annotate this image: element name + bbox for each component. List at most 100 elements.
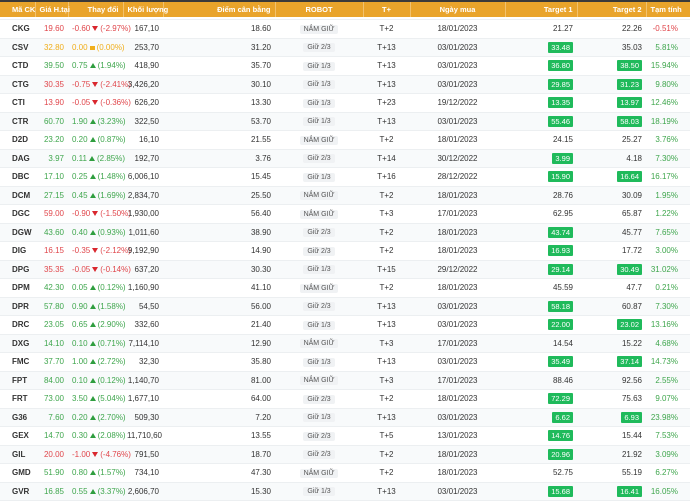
buy-date: 18/01/2023 bbox=[410, 463, 505, 483]
header-balance-point[interactable]: Điểm cân bằng bbox=[163, 2, 276, 17]
table-row[interactable]: DGW 43.60 0.40 (0.93%) 1,011,60 38.90 Giữ 2/3 T… bbox=[0, 223, 690, 242]
target-1: 22.00 bbox=[505, 315, 577, 335]
table-row[interactable]: CSV 32.80 0.00 (0.00%) 253,70 31.20 Giữ 2/3 T+1… bbox=[0, 38, 690, 57]
table-row[interactable]: FRT 73.00 3.50 (5.04%) 1,677,10 64.00 Giữ 2/3 T… bbox=[0, 389, 690, 409]
change-value: -0.05 bbox=[72, 264, 91, 274]
robot-cell: NẮM GIỮ bbox=[275, 19, 363, 39]
symbol[interactable]: DGW bbox=[0, 223, 35, 242]
robot-cell: Giữ 1/3 bbox=[275, 482, 363, 501]
header-robot[interactable]: ROBOT bbox=[275, 2, 364, 17]
table-row[interactable]: CTD 39.50 0.75 (1.94%) 418,90 35.70 Giữ 1/3 T+1… bbox=[0, 56, 690, 76]
header-target-1[interactable]: Target 1 bbox=[505, 2, 578, 17]
change-percent: (3.37%) bbox=[97, 486, 126, 496]
arrow-up-icon bbox=[88, 155, 95, 161]
target-2: 31.23 bbox=[577, 75, 646, 94]
symbol[interactable]: CKG bbox=[0, 19, 35, 39]
buy-date: 18/01/2023 bbox=[410, 223, 505, 242]
t-plus: T+16 bbox=[363, 167, 410, 187]
target-value: 14.54 bbox=[552, 338, 573, 348]
t-plus: T+3 bbox=[363, 204, 410, 224]
symbol[interactable]: CTR bbox=[0, 112, 35, 131]
robot-cell: Giữ 1/3 bbox=[275, 408, 363, 427]
table-row[interactable]: DIG 16.15 -0.35 (-2.12%) 9,192,90 14.90 Giữ 2/… bbox=[0, 241, 690, 261]
provisional-pl: -0.51% bbox=[646, 19, 690, 39]
header-t-plus[interactable]: T+ bbox=[363, 2, 411, 17]
table-row[interactable]: CTR 60.70 1.90 (3.23%) 322,50 53.70 Giữ 1/3 T+1… bbox=[0, 112, 690, 131]
symbol[interactable]: GVR bbox=[0, 482, 35, 501]
change-percent: (2.85%) bbox=[96, 153, 125, 163]
target-2: 4.18 bbox=[577, 149, 646, 168]
symbol[interactable]: CTG bbox=[0, 75, 35, 94]
table-row[interactable]: GVR 16.85 0.55 (3.37%) 2,606,70 15.30 Giữ 1/3 T… bbox=[0, 482, 690, 501]
target-1: 15.68 bbox=[505, 482, 577, 501]
table-row[interactable]: DPG 35.35 -0.05 (-0.14%) 637,20 30.30 Giữ 1/3 T… bbox=[0, 260, 690, 279]
header-volume[interactable]: Khối lượng bbox=[123, 2, 168, 17]
change-value: 1.90 bbox=[72, 116, 88, 126]
target-1: 14.76 bbox=[505, 426, 577, 446]
symbol[interactable]: DAG bbox=[0, 149, 35, 168]
symbol[interactable]: GMD bbox=[0, 463, 35, 483]
table-row[interactable]: DCM 27.15 0.45 (1.69%) 2,834,70 25.50 NẮM GIỮ T… bbox=[0, 186, 690, 205]
arrow-down-icon bbox=[92, 100, 99, 106]
robot-status: Giữ 2/3 bbox=[303, 302, 335, 312]
symbol[interactable]: DXG bbox=[0, 334, 35, 353]
symbol[interactable]: FPT bbox=[0, 371, 35, 390]
symbol[interactable]: CTD bbox=[0, 56, 35, 76]
table-row[interactable]: CTG 30.35 -0.75 (-2.41%) 3,426,20 30.10 Giữ 1/… bbox=[0, 75, 690, 94]
robot-status: NẮM GIỮ bbox=[299, 376, 339, 386]
symbol[interactable]: DPG bbox=[0, 260, 35, 279]
symbol[interactable]: DPR bbox=[0, 297, 35, 316]
target-1: 28.76 bbox=[505, 186, 577, 205]
table-row[interactable]: GMD 51.90 0.80 (1.57%) 734,10 47.30 NẮM GIỮ T+2… bbox=[0, 463, 690, 483]
table-row[interactable]: DGC 59.00 -0.90 (-1.50%) 1,930,00 56.40 NẮM GI… bbox=[0, 204, 690, 224]
target-1: 24.15 bbox=[505, 130, 577, 150]
symbol[interactable]: DPM bbox=[0, 278, 35, 298]
header-provisional-pl[interactable]: Tạm tính bbox=[646, 2, 690, 17]
target-value: 25.27 bbox=[621, 135, 642, 145]
table-row[interactable]: GIL 20.00 -1.00 (-4.76%) 791,50 18.70 Giữ 2/3 T… bbox=[0, 445, 690, 464]
table-row[interactable]: DAG 3.97 0.11 (2.85%) 192,70 3.76 Giữ 2/3 T+14 3… bbox=[0, 149, 690, 168]
target-2: 21.92 bbox=[577, 445, 646, 464]
current-price: 17.10 bbox=[35, 167, 68, 187]
symbol[interactable]: GIL bbox=[0, 445, 35, 464]
change: 0.40 (0.93%) bbox=[68, 223, 126, 242]
provisional-pl: 14.73% bbox=[646, 352, 690, 372]
symbol[interactable]: G36 bbox=[0, 408, 35, 427]
table-row[interactable]: G36 7.60 0.20 (2.70%) 509,30 7.20 Giữ 1/3 T+13 0… bbox=[0, 408, 690, 427]
header-target-2[interactable]: Target 2 bbox=[577, 2, 647, 17]
header-change[interactable]: Thay đổi bbox=[68, 2, 124, 17]
current-price: 3.97 bbox=[35, 149, 68, 168]
table-row[interactable]: DBC 17.10 0.25 (1.48%) 6,006,10 15.45 Giữ 1/3 T… bbox=[0, 167, 690, 187]
symbol[interactable]: GEX bbox=[0, 426, 35, 446]
table-row[interactable]: CTI 13.90 -0.05 (-0.36%) 626,20 13.30 Giữ 1/3 T… bbox=[0, 93, 690, 113]
symbol[interactable]: D2D bbox=[0, 130, 35, 150]
symbol[interactable]: DCM bbox=[0, 186, 35, 205]
provisional-pl: 31.02% bbox=[646, 260, 690, 279]
header-price[interactable]: Giá H.tại bbox=[35, 2, 70, 17]
symbol[interactable]: FRT bbox=[0, 389, 35, 409]
table-row[interactable]: D2D 23.20 0.20 (0.87%) 16,10 21.55 NẮM GIỮ T+2 1… bbox=[0, 130, 690, 150]
table-row[interactable]: DPM 42.30 0.05 (0.12%) 1,160,90 41.10 NẮM GIỮ T… bbox=[0, 278, 690, 298]
target-hit-badge: 16.93 bbox=[548, 245, 573, 257]
table-row[interactable]: DXG 14.10 0.10 (0.71%) 7,114,10 12.90 NẮM GIỮ T… bbox=[0, 334, 690, 353]
symbol[interactable]: DIG bbox=[0, 241, 35, 261]
symbol[interactable]: CSV bbox=[0, 38, 35, 57]
table-row[interactable]: DRC 23.05 0.65 (2.90%) 332,60 21.40 Giữ 1/3 T+1… bbox=[0, 315, 690, 335]
balance-point: 38.90 bbox=[163, 223, 275, 242]
table-row[interactable]: CKG 19.60 -0.60 (-2.97%) 167,10 18.60 NẮM GIỮ T… bbox=[0, 19, 690, 39]
target-hit-badge: 33.48 bbox=[548, 41, 573, 53]
header-symbol[interactable]: Mã CK bbox=[0, 2, 36, 17]
robot-status: Giữ 1/3 bbox=[303, 487, 335, 497]
symbol[interactable]: DGC bbox=[0, 204, 35, 224]
table-row[interactable]: FPT 84.00 0.10 (0.12%) 1,140,70 81.00 NẮM GIỮ T… bbox=[0, 371, 690, 390]
header-buy-date[interactable]: Ngày mua bbox=[410, 2, 506, 17]
target-2: 75.63 bbox=[577, 389, 646, 409]
symbol[interactable]: DBC bbox=[0, 167, 35, 187]
target-2: 58.03 bbox=[577, 112, 646, 131]
table-row[interactable]: GEX 14.70 0.30 (2.08%) 11,710,60 13.55 Giữ 2/3… bbox=[0, 426, 690, 446]
symbol[interactable]: DRC bbox=[0, 315, 35, 335]
table-row[interactable]: DPR 57.80 0.90 (1.58%) 54,50 56.00 Giữ 2/3 T+13… bbox=[0, 297, 690, 316]
table-row[interactable]: FMC 37.70 1.00 (2.72%) 32,30 35.80 Giữ 1/3 T+13… bbox=[0, 352, 690, 372]
symbol[interactable]: CTI bbox=[0, 93, 35, 113]
symbol[interactable]: FMC bbox=[0, 352, 35, 372]
